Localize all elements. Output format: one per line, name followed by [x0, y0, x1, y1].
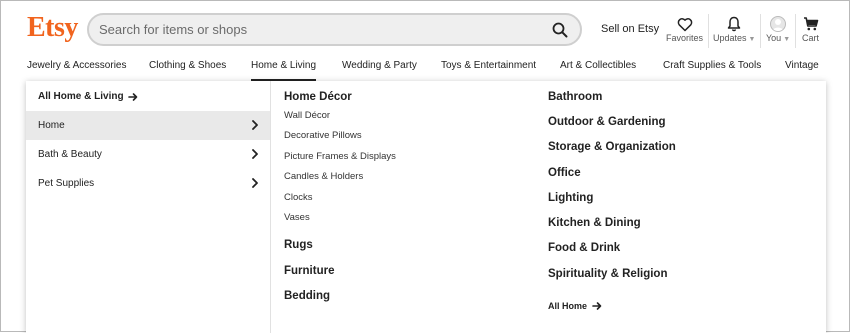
office-heading[interactable]: Office: [548, 167, 581, 179]
caret-down-icon: ▼: [783, 36, 791, 43]
caret-down-icon: ▼: [748, 36, 756, 43]
header-divider: [708, 14, 709, 48]
vases-link[interactable]: Vases: [284, 212, 310, 223]
you-menu-button[interactable]: You ▼: [766, 15, 790, 47]
picture-frames-link[interactable]: Picture Frames & Displays: [284, 151, 396, 162]
clocks-link[interactable]: Clocks: [284, 192, 313, 203]
search-input[interactable]: [89, 15, 540, 44]
you-label: You ▼: [766, 33, 791, 43]
lighting-heading[interactable]: Lighting: [548, 192, 593, 204]
category-clothing-shoes[interactable]: Clothing & Shoes: [149, 59, 226, 81]
category-vintage[interactable]: Vintage: [785, 59, 819, 81]
all-home-living-link[interactable]: All Home & Living: [38, 91, 138, 102]
bathroom-heading[interactable]: Bathroom: [548, 91, 602, 103]
subcategory-home[interactable]: Home: [26, 111, 270, 140]
subcategory-label: Pet Supplies: [38, 178, 95, 189]
subcategory-list: All Home & Living Home Bath & Beauty Pet…: [26, 81, 271, 333]
all-home-link[interactable]: All Home: [548, 301, 602, 311]
updates-label: Updates ▼: [713, 33, 756, 43]
chevron-right-icon: [252, 149, 258, 159]
bedding-heading[interactable]: Bedding: [284, 290, 330, 302]
cart-button[interactable]: Cart: [802, 15, 819, 47]
avatar: [770, 16, 787, 32]
category-home-living[interactable]: Home & Living: [251, 59, 317, 81]
food-drink-heading[interactable]: Food & Drink: [548, 242, 620, 254]
cart-label: Cart: [802, 33, 820, 43]
updates-button[interactable]: Updates ▼: [713, 15, 755, 47]
chevron-right-icon: [252, 120, 258, 130]
sell-on-etsy-link[interactable]: Sell on Etsy: [601, 23, 659, 35]
cart-icon: [803, 17, 818, 31]
category-nav: Jewelry & Accessories Clothing & Shoes H…: [1, 59, 850, 81]
spirituality-religion-heading[interactable]: Spirituality & Religion: [548, 268, 667, 280]
heart-icon: [677, 17, 692, 31]
bell-icon: [727, 16, 741, 32]
search-icon: [552, 22, 568, 37]
candles-holders-link[interactable]: Candles & Holders: [284, 171, 363, 182]
category-art-collectibles[interactable]: Art & Collectibles: [560, 59, 636, 81]
kitchen-dining-heading[interactable]: Kitchen & Dining: [548, 217, 641, 229]
chevron-right-icon: [252, 178, 258, 188]
favorites-button[interactable]: Favorites: [666, 15, 703, 47]
category-jewelry-accessories[interactable]: Jewelry & Accessories: [27, 59, 126, 81]
storage-organization-heading[interactable]: Storage & Organization: [548, 141, 676, 153]
category-craft-supplies-tools[interactable]: Craft Supplies & Tools: [663, 59, 761, 81]
arrow-right-icon: [127, 92, 137, 101]
wall-decor-link[interactable]: Wall Décor: [284, 110, 330, 121]
header-divider: [760, 14, 761, 48]
category-wedding-party[interactable]: Wedding & Party: [342, 59, 417, 81]
subcategory-bath-beauty[interactable]: Bath & Beauty: [26, 140, 270, 169]
decorative-pillows-link[interactable]: Decorative Pillows: [284, 130, 362, 141]
all-home-living-label: All Home & Living: [38, 91, 124, 102]
header-divider: [795, 14, 796, 48]
subcategory-label: Bath & Beauty: [38, 149, 102, 160]
home-decor-heading[interactable]: Home Décor: [284, 91, 352, 103]
arrow-right-icon: [592, 302, 602, 310]
subcategory-label: Home: [38, 120, 65, 131]
category-toys-entertainment[interactable]: Toys & Entertainment: [441, 59, 536, 81]
search-button[interactable]: [540, 15, 580, 44]
home-living-dropdown: All Home & Living Home Bath & Beauty Pet…: [26, 81, 826, 333]
furniture-heading[interactable]: Furniture: [284, 265, 334, 277]
etsy-logo[interactable]: Etsy: [27, 12, 78, 44]
favorites-label: Favorites: [666, 33, 704, 43]
search-bar: [87, 13, 582, 46]
rugs-heading[interactable]: Rugs: [284, 239, 313, 251]
outdoor-gardening-heading[interactable]: Outdoor & Gardening: [548, 116, 666, 128]
user-icon: [772, 19, 784, 31]
all-home-label: All Home: [548, 301, 588, 311]
subcategory-pet-supplies[interactable]: Pet Supplies: [26, 169, 270, 198]
